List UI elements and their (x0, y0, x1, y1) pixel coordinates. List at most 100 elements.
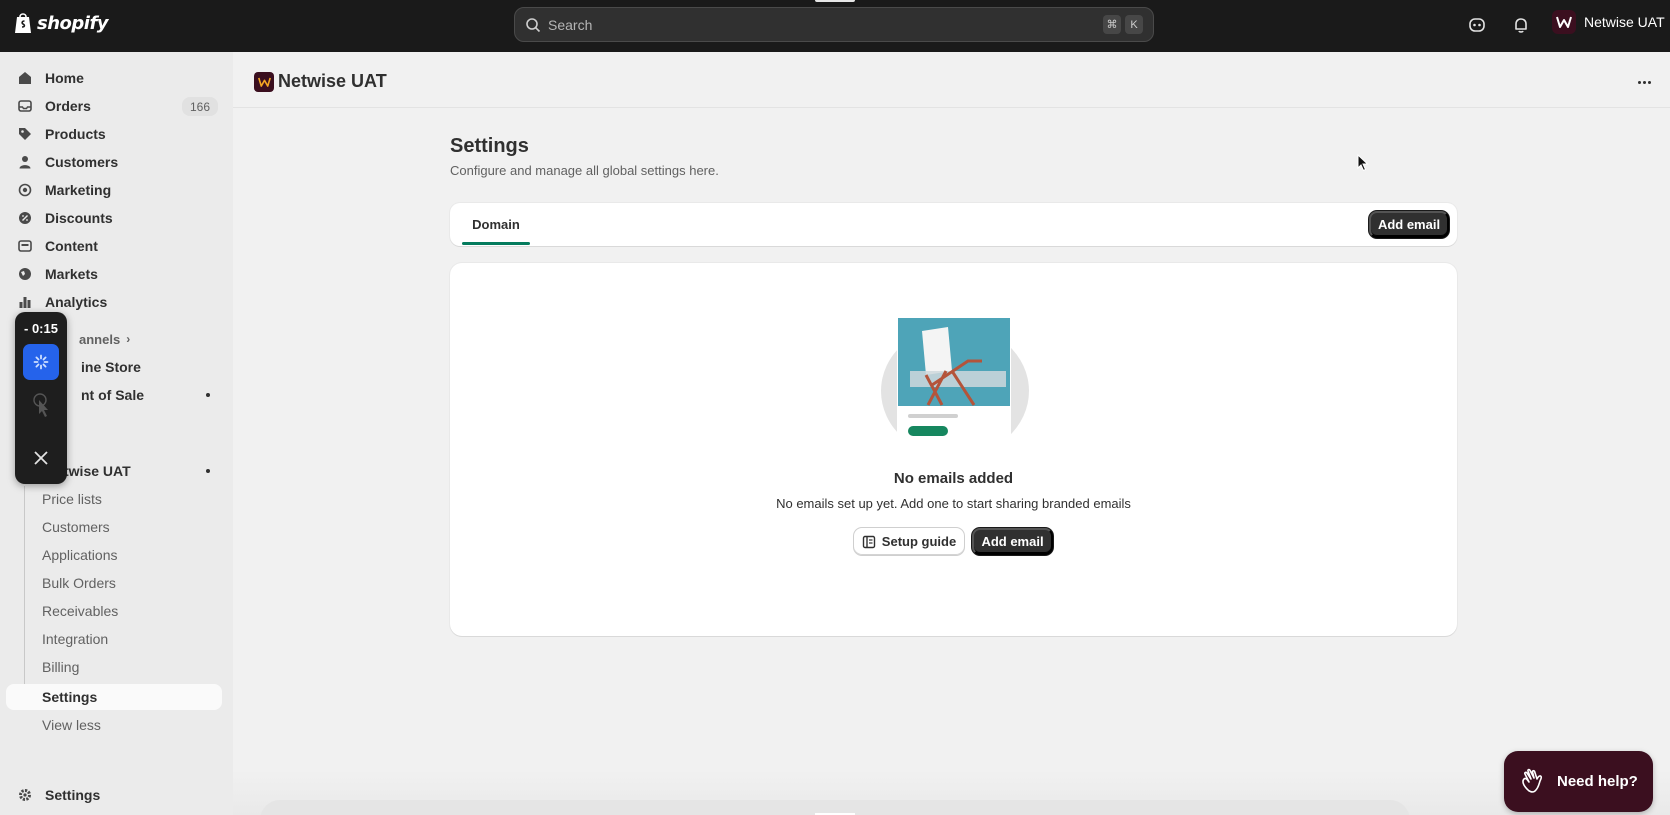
gear-icon (17, 787, 33, 803)
tab-domain[interactable]: Domain (462, 203, 530, 246)
sidekick-button[interactable] (1466, 14, 1488, 36)
nav-discounts-label: Discounts (45, 210, 113, 226)
nav-applications[interactable]: Applications (6, 542, 222, 568)
settings-label: Settings (45, 787, 101, 803)
book-icon (862, 535, 875, 548)
search-bar[interactable]: Search ⌘ K (514, 7, 1154, 42)
nav-marketing-label: Marketing (45, 182, 112, 198)
nav-home-label: Home (45, 70, 84, 86)
store-menu-button[interactable]: Netwise UAT (1552, 10, 1665, 34)
target-icon (17, 182, 33, 198)
inbox-icon (17, 98, 33, 114)
need-help-button[interactable]: Need help? (1504, 751, 1653, 812)
online-store-label: ine Store (81, 359, 141, 375)
nav-products[interactable]: Products (6, 121, 222, 147)
app-customers-label: Customers (42, 519, 110, 535)
nav-discounts[interactable]: Discounts (6, 205, 222, 231)
search-icon (526, 17, 541, 32)
shortcut-key-cmd: ⌘ (1103, 15, 1121, 34)
shopify-bag-icon (15, 13, 31, 33)
search-shortcut: ⌘ K (1103, 15, 1143, 34)
nav-orders-label: Orders (45, 98, 91, 114)
tabs-card: Domain Add email (450, 203, 1457, 246)
app-netwise-label: twise UAT (64, 463, 131, 479)
app-header: Netwise UAT (233, 52, 1670, 108)
ellipsis-dot (1642, 80, 1646, 84)
orders-count-badge: 166 (181, 97, 218, 116)
nav-view-less[interactable]: View less (6, 712, 222, 738)
nav-receivables[interactable]: Receivables (6, 598, 222, 624)
empty-state-add-email-button[interactable]: Add email (972, 528, 1053, 555)
bulk-orders-label: Bulk Orders (42, 575, 116, 591)
nav-app-customers[interactable]: Customers (6, 514, 222, 540)
empty-state-title: No emails added (893, 470, 1014, 487)
setup-guide-button[interactable]: Setup guide (854, 528, 964, 555)
setup-guide-label: Setup guide (881, 534, 957, 549)
ellipsis-dot (1647, 80, 1651, 84)
netwise-app-icon (254, 72, 274, 92)
shopify-wordmark: shopify (37, 12, 109, 34)
waving-hand-icon (1522, 768, 1543, 793)
search-placeholder: Search (548, 16, 593, 33)
more-actions-button[interactable] (1632, 72, 1656, 92)
nav-settings[interactable]: Settings (6, 782, 222, 808)
integration-label: Integration (42, 631, 109, 647)
person-icon (17, 154, 33, 170)
app-title: Netwise UAT (278, 71, 387, 91)
billing-label: Billing (42, 659, 80, 675)
bar-chart-icon (17, 294, 33, 310)
nav-customers[interactable]: Customers (6, 149, 222, 175)
bell-icon (1515, 18, 1527, 33)
tag-icon (17, 126, 33, 142)
tab-active-indicator (462, 242, 530, 245)
recorder-status-button[interactable] (23, 344, 59, 380)
loading-spinner-icon (33, 354, 49, 370)
need-help-label: Need help? (1557, 773, 1638, 790)
nav-content[interactable]: Content (6, 233, 222, 259)
ellipsis-icon (1637, 80, 1641, 84)
shopify-logo[interactable]: shopify (13, 11, 109, 35)
nav-markets-label: Markets (45, 266, 98, 282)
nav-content-label: Content (45, 238, 98, 254)
globe-icon (17, 266, 33, 282)
store-name: Netwise UAT (1584, 14, 1665, 30)
sidekick-icon (1469, 18, 1485, 32)
close-icon (34, 451, 48, 465)
nav-customers-label: Customers (45, 154, 119, 170)
app-settings-label: Settings (42, 689, 98, 705)
pin-indicator (206, 469, 210, 473)
notifications-button[interactable] (1510, 14, 1532, 36)
recorder-close-button[interactable] (29, 446, 53, 470)
nav-products-label: Products (45, 126, 106, 142)
nav-marketing[interactable]: Marketing (6, 177, 222, 203)
email-empty-illustration (881, 317, 1029, 443)
receivables-label: Receivables (42, 603, 119, 619)
pointer-tool-button[interactable] (29, 390, 53, 420)
empty-state-card: No emails added No emails set up yet. Ad… (450, 263, 1457, 636)
nav-analytics-label: Analytics (45, 294, 108, 310)
content-icon (17, 238, 33, 254)
recorder-widget: - 0:15 (15, 312, 67, 484)
applications-label: Applications (42, 547, 118, 563)
nav-bulk-orders[interactable]: Bulk Orders (6, 570, 222, 596)
nav-integration[interactable]: Integration (6, 626, 222, 652)
point-of-sale-label: nt of Sale (81, 387, 145, 403)
recorder-timer: - 0:15 (24, 321, 58, 336)
top-notch (815, 0, 855, 2)
discount-icon (17, 210, 33, 226)
view-less-label: View less (42, 717, 101, 733)
page-title: Settings (450, 135, 529, 157)
nav-app-settings[interactable]: Settings (6, 684, 222, 710)
store-logo-icon (1552, 10, 1576, 34)
add-email-button[interactable]: Add email (1369, 211, 1449, 238)
nav-price-lists[interactable]: Price lists (6, 486, 222, 512)
shortcut-key-k: K (1125, 15, 1143, 34)
nav-home[interactable]: Home (6, 65, 222, 91)
nav-orders[interactable]: Orders 166 (6, 93, 222, 119)
nav-markets[interactable]: Markets (6, 261, 222, 287)
pin-indicator (206, 393, 210, 397)
nav-billing[interactable]: Billing (6, 654, 222, 680)
home-icon (17, 70, 33, 86)
empty-state-description: No emails set up yet. Add one to start s… (776, 496, 1131, 511)
chevron-right-icon: › (126, 332, 131, 346)
